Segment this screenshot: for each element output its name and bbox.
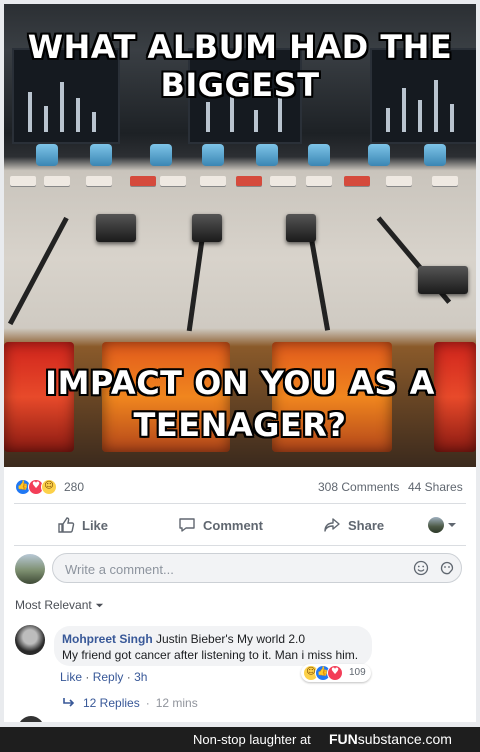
love-icon: ♥ xyxy=(327,665,343,681)
chevron-down-icon xyxy=(448,523,456,527)
post-image[interactable]: WHAT ALBUM HAD THE BIGGEST IMPACT ON YOU… xyxy=(4,4,476,467)
thumbs-up-icon xyxy=(58,517,75,533)
comment-bubble: Mohpreet Singh Justin Bieber's My world … xyxy=(54,626,372,666)
reactions-summary: 👍 ♥ ☺ 280 308 Comments 44 Shares xyxy=(4,473,476,501)
current-user-avatar[interactable] xyxy=(15,554,45,584)
comment-icon xyxy=(179,518,195,532)
fader-cap xyxy=(96,214,136,242)
chevron-down-icon xyxy=(95,603,103,607)
replies-count: 12 Replies xyxy=(83,696,140,710)
fader-cap xyxy=(418,266,468,294)
comment-text-line2: My friend got cancer after listening to … xyxy=(62,648,359,662)
comment-time[interactable]: 3h xyxy=(134,670,147,684)
comment-like-link[interactable]: Like xyxy=(60,670,82,684)
footer-tagline: Non-stop laughter at xyxy=(193,732,311,747)
fader-cap xyxy=(192,214,222,242)
reaction-selector[interactable] xyxy=(428,517,457,533)
view-replies-link[interactable]: 12 Replies · 12 mins xyxy=(62,696,198,710)
comment-composer xyxy=(52,553,462,583)
avatar xyxy=(428,517,444,533)
fader-track xyxy=(7,216,69,326)
replies-time: 12 mins xyxy=(155,696,198,710)
comments-count[interactable]: 308 Comments xyxy=(318,480,399,494)
comment-meta: Like · Reply · 3h xyxy=(60,670,147,684)
watermark-footer: Non-stop laughter at FUNsubstance.com xyxy=(0,727,480,752)
brand-fun: FUN xyxy=(329,731,358,747)
brand-sub: substance xyxy=(357,731,422,747)
comment-reactions[interactable]: ☺ 👍 ♥ 109 xyxy=(301,664,371,682)
fader-cap xyxy=(286,214,316,242)
site-logo[interactable]: FUNsubstance.com xyxy=(329,731,452,747)
comment-input[interactable] xyxy=(63,558,397,580)
sort-label: Most Relevant xyxy=(15,598,92,612)
commenter-avatar[interactable] xyxy=(15,625,45,655)
comment-sort-dropdown[interactable]: Most Relevant xyxy=(15,598,104,612)
button-row xyxy=(4,176,476,192)
meme-caption-bottom-2: TEENAGER? xyxy=(133,406,347,444)
like-button[interactable]: Like xyxy=(57,510,108,540)
meme-caption-top-1: WHAT ALBUM HAD THE xyxy=(27,28,453,66)
share-icon xyxy=(324,518,340,532)
separator: · xyxy=(85,670,93,684)
meme-caption-bottom-1: IMPACT ON YOU AS A xyxy=(45,364,435,402)
next-commenter-avatar[interactable] xyxy=(18,716,44,722)
separator: · xyxy=(126,670,135,684)
comment-reaction-count: 109 xyxy=(349,667,366,678)
haha-icon[interactable]: ☺ xyxy=(41,479,57,495)
reply-arrow-icon xyxy=(63,698,75,707)
comment-reply-link[interactable]: Reply xyxy=(93,670,124,684)
divider xyxy=(14,503,466,504)
comment-author[interactable]: Mohpreet Singh xyxy=(62,631,153,647)
like-label: Like xyxy=(82,517,109,533)
meme-caption-top-2: BIGGEST xyxy=(160,66,320,104)
replies-separator: · xyxy=(145,696,150,710)
divider xyxy=(14,545,466,546)
comment-button[interactable]: Comment xyxy=(178,510,263,540)
emoji-icon[interactable] xyxy=(413,560,429,576)
post-card: WHAT ALBUM HAD THE BIGGEST IMPACT ON YOU… xyxy=(4,4,476,722)
brand-domain: .com xyxy=(421,731,452,747)
comment-label: Comment xyxy=(203,517,263,533)
shares-count[interactable]: 44 Shares xyxy=(408,480,463,494)
share-label: Share xyxy=(348,517,385,533)
share-button[interactable]: Share xyxy=(323,510,384,540)
knob-row xyxy=(4,144,476,170)
sticker-icon[interactable] xyxy=(439,560,455,576)
comment-text-line1: Justin Bieber's My world 2.0 xyxy=(156,632,306,646)
reaction-count[interactable]: 280 xyxy=(64,480,84,494)
